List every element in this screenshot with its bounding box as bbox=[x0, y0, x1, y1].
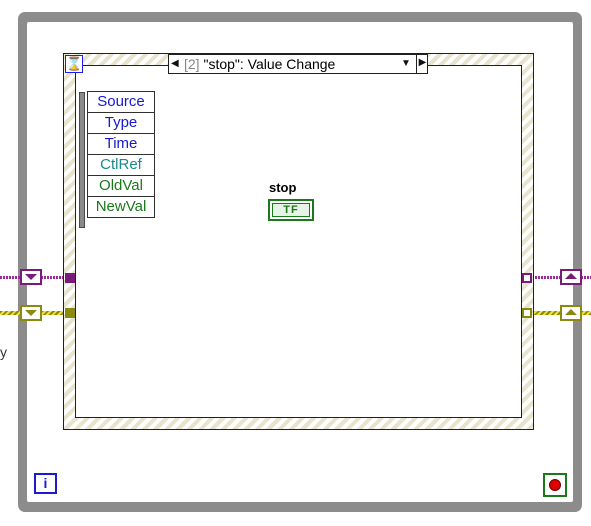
case-index: [2] bbox=[184, 56, 200, 72]
cluster-wire-inner-right[interactable] bbox=[532, 276, 560, 279]
cluster-wire-inner-left[interactable] bbox=[41, 276, 65, 279]
event-data-time[interactable]: Time bbox=[87, 134, 155, 155]
shift-register-left-refnum[interactable] bbox=[20, 305, 42, 321]
event-case-label[interactable]: [2] "stop": Value Change bbox=[184, 55, 335, 73]
cluster-wire-left[interactable] bbox=[0, 276, 22, 279]
case-name: "stop": Value Change bbox=[203, 56, 336, 72]
stop-condition-icon bbox=[549, 479, 561, 491]
refnum-tunnel-right[interactable] bbox=[522, 308, 532, 318]
stop-boolean-terminal[interactable]: TF bbox=[268, 199, 314, 221]
previous-case-arrow-icon[interactable]: ◀ bbox=[171, 57, 179, 71]
event-data-oldval[interactable]: OldVal bbox=[87, 176, 155, 197]
iteration-terminal[interactable]: i bbox=[34, 473, 57, 494]
shift-register-right-cluster[interactable] bbox=[560, 269, 582, 285]
cluster-wire-right[interactable] bbox=[581, 276, 591, 279]
cluster-tunnel-right[interactable] bbox=[522, 273, 532, 283]
timeout-terminal[interactable]: ⌛ bbox=[65, 55, 83, 73]
shift-register-up-icon bbox=[565, 273, 577, 279]
next-case-arrow-icon[interactable]: ▶ bbox=[416, 54, 428, 74]
event-data-newval[interactable]: NewVal bbox=[87, 197, 155, 218]
refnum-tunnel-left[interactable] bbox=[65, 308, 75, 318]
dropdown-arrow-icon[interactable]: ▼ bbox=[401, 58, 411, 70]
shift-register-right-refnum[interactable] bbox=[560, 305, 582, 321]
refnum-wire-inner-left[interactable] bbox=[41, 311, 65, 315]
shift-register-down-icon bbox=[25, 274, 37, 280]
refnum-wire-right[interactable] bbox=[581, 311, 591, 315]
event-data-node[interactable]: Source Type Time CtlRef OldVal NewVal bbox=[87, 91, 155, 218]
shift-register-left-cluster[interactable] bbox=[20, 269, 42, 285]
loop-condition-terminal[interactable] bbox=[543, 473, 567, 497]
event-data-node-handle[interactable] bbox=[79, 92, 85, 228]
event-data-type[interactable]: Type bbox=[87, 113, 155, 134]
boolean-terminal-icon: TF bbox=[272, 203, 310, 217]
refnum-wire-left[interactable] bbox=[0, 311, 22, 315]
refnum-wire-inner-right[interactable] bbox=[532, 311, 560, 315]
stop-terminal-label: stop bbox=[269, 180, 297, 195]
shift-register-down-icon bbox=[25, 310, 37, 316]
edge-text: y bbox=[0, 344, 7, 360]
hourglass-icon: ⌛ bbox=[66, 56, 83, 71]
event-data-ctlref[interactable]: CtlRef bbox=[87, 155, 155, 176]
event-data-source[interactable]: Source bbox=[87, 91, 155, 113]
shift-register-up-icon bbox=[565, 309, 577, 315]
cluster-tunnel-left[interactable] bbox=[65, 273, 75, 283]
